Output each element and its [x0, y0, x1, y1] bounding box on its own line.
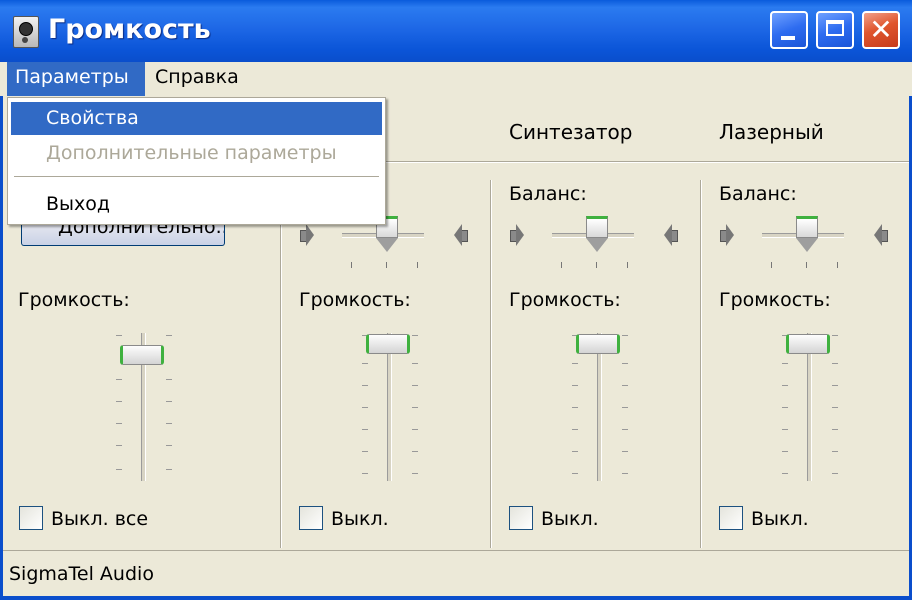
advanced-button[interactable]: Дополнительно...: [21, 222, 225, 246]
window-border: [0, 596, 912, 600]
maximize-icon: [826, 20, 844, 36]
menu-help[interactable]: Справка: [147, 62, 247, 96]
speaker-left-icon: [720, 224, 734, 246]
master-volume-slider[interactable]: [104, 333, 184, 483]
minimize-icon: [781, 36, 795, 40]
master-volume-label: Громкость:: [18, 289, 130, 311]
slider-thumb[interactable]: [120, 345, 164, 365]
channel-volume-label: Громкость:: [719, 289, 831, 311]
window-title: Громкость: [48, 14, 211, 45]
close-icon: ✕: [869, 13, 893, 46]
minimize-button[interactable]: [770, 11, 808, 49]
menu-properties[interactable]: Свойства: [11, 102, 382, 135]
maximize-button[interactable]: [816, 11, 854, 49]
slider-track: [807, 333, 812, 481]
channel-volume-slider[interactable]: [770, 333, 850, 483]
mute-label: Выкл.: [541, 508, 599, 530]
mute-all-checkbox[interactable]: [19, 506, 43, 530]
slider-thumb[interactable]: [576, 334, 620, 354]
mute-all-label: Выкл. все: [51, 508, 149, 530]
speaker-left-icon: [510, 224, 524, 246]
slider-track: [597, 333, 602, 481]
menu-separator: [14, 176, 379, 177]
mute-label: Выкл.: [331, 508, 389, 530]
menu-advanced-parameters: Дополнительные параметры: [46, 142, 337, 164]
channel-name: Синтезатор: [509, 120, 633, 144]
slider-thumb[interactable]: [366, 334, 410, 354]
channel-volume-label: Громкость:: [299, 289, 411, 311]
status-bar: SigmaTel Audio: [3, 550, 909, 598]
column-divider: [700, 180, 702, 548]
balance-label: Баланс:: [719, 183, 797, 205]
speaker-icon[interactable]: [13, 16, 39, 48]
slider-thumb[interactable]: [586, 216, 608, 254]
balance-label: Баланс:: [509, 183, 587, 205]
balance-slider[interactable]: [716, 216, 896, 276]
channel-volume-label: Громкость:: [509, 289, 621, 311]
slider-thumb[interactable]: [786, 334, 830, 354]
slider-ticks: [561, 262, 631, 268]
slider-ticks: [351, 262, 421, 268]
slider-ticks: [771, 262, 841, 268]
menu-bar: Параметры Справка: [0, 62, 912, 96]
slider-thumb[interactable]: [796, 216, 818, 254]
mute-checkbox[interactable]: [719, 506, 743, 530]
menu-parameters[interactable]: Параметры: [7, 62, 145, 96]
balance-slider[interactable]: [296, 216, 476, 276]
mute-checkbox[interactable]: [509, 506, 533, 530]
balance-slider[interactable]: [506, 216, 686, 276]
column-divider: [490, 180, 492, 548]
speaker-right-icon: [664, 224, 678, 246]
slider-track: [387, 333, 392, 481]
column-divider: [280, 180, 282, 548]
mute-label: Выкл.: [751, 508, 809, 530]
speaker-right-icon: [454, 224, 468, 246]
speaker-right-icon: [874, 224, 888, 246]
channel-volume-slider[interactable]: [350, 333, 430, 483]
menu-exit[interactable]: Выход: [11, 188, 382, 221]
title-bar[interactable]: Громкость ✕: [0, 0, 912, 63]
status-text: SigmaTel Audio: [9, 563, 154, 585]
channel-name: Лазерный: [719, 120, 824, 144]
close-button[interactable]: ✕: [862, 11, 900, 49]
parameters-dropdown: Свойства Дополнительные параметры Выход: [7, 97, 386, 225]
channel-volume-slider[interactable]: [560, 333, 640, 483]
mute-checkbox[interactable]: [299, 506, 323, 530]
speaker-left-icon: [300, 224, 314, 246]
